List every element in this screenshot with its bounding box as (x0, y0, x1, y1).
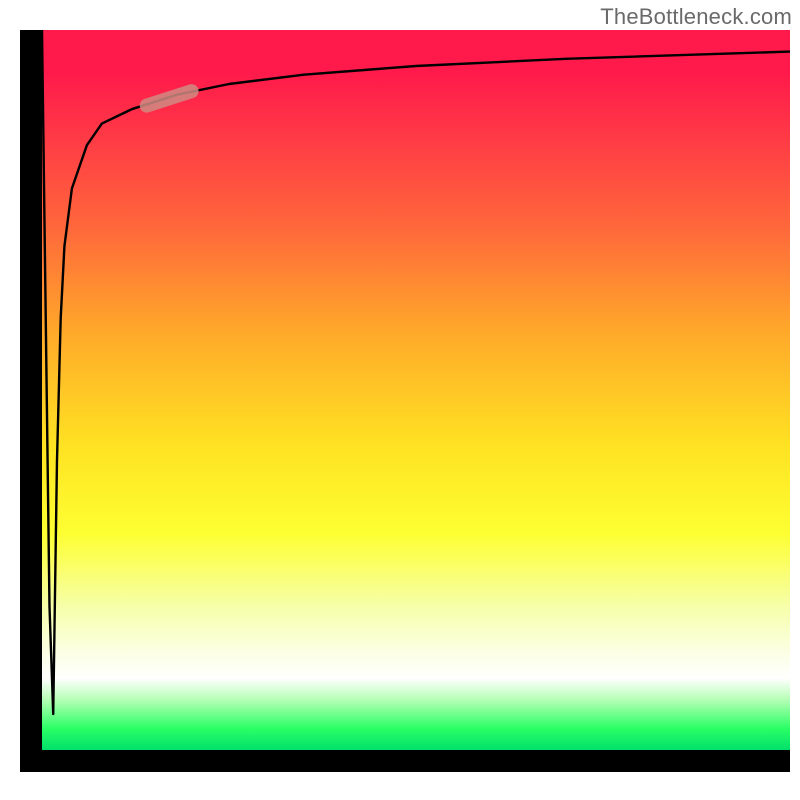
x-axis (20, 750, 790, 772)
bottleneck-curve (42, 30, 790, 714)
curve-layer (42, 30, 790, 750)
plot-area (42, 30, 790, 750)
highlight-segment (147, 91, 192, 105)
chart-stage: TheBottleneck.com (0, 0, 800, 800)
y-axis (20, 30, 42, 750)
watermark-text: TheBottleneck.com (600, 4, 792, 30)
